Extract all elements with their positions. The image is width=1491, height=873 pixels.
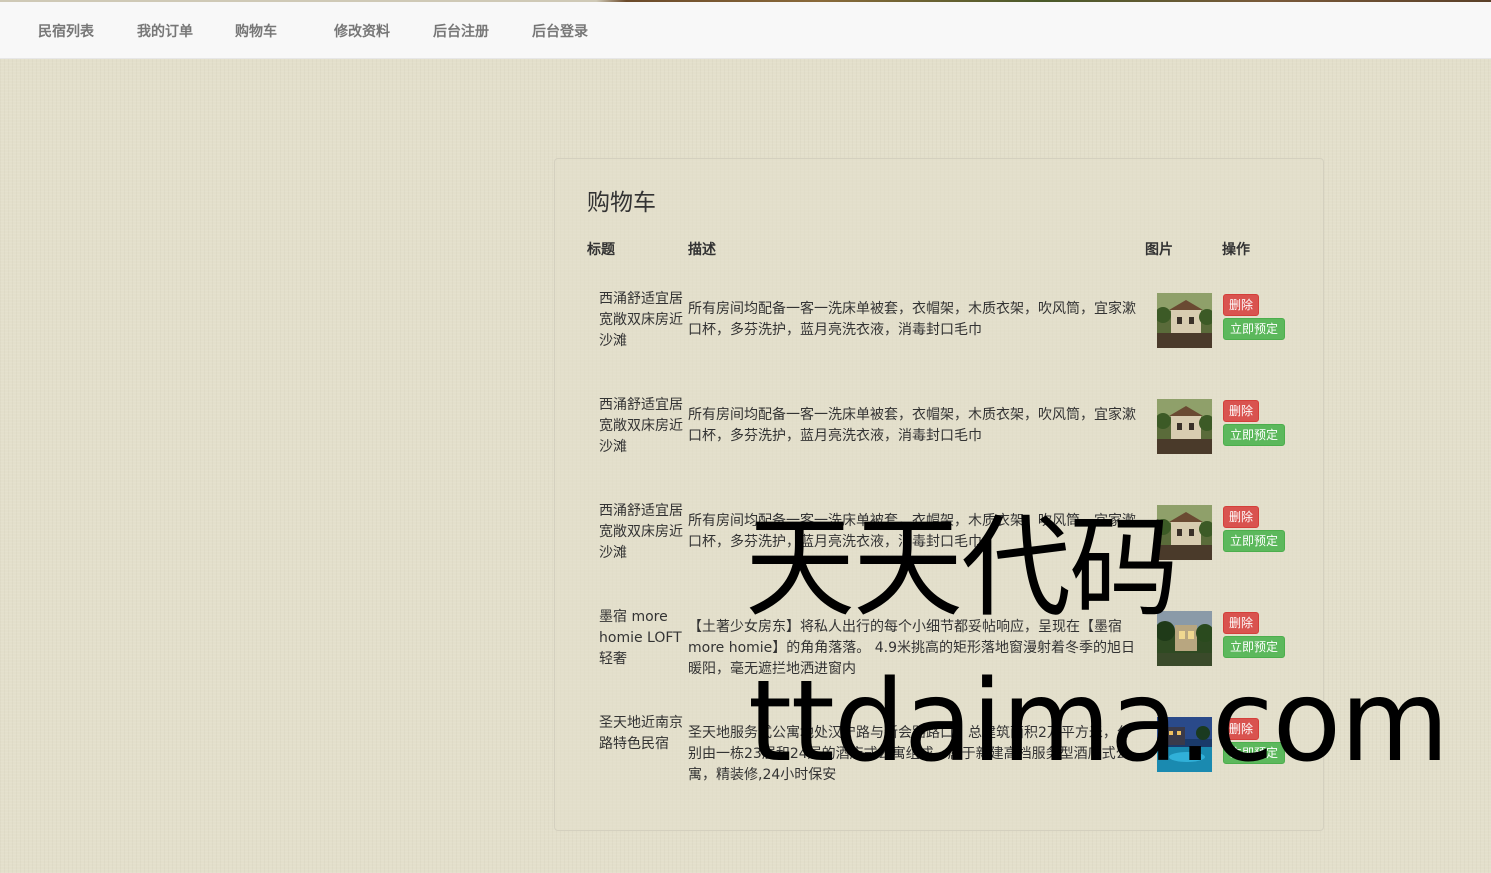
nav-edit-profile[interactable]: 修改资料 xyxy=(334,21,390,41)
page-title: 购物车 xyxy=(587,190,656,216)
delete-button[interactable]: 删除 xyxy=(1223,400,1260,422)
nav-admin-register[interactable]: 后台注册 xyxy=(433,21,489,41)
delete-button[interactable]: 删除 xyxy=(1223,506,1260,528)
row-description: 圣天地服务式公寓地处汉宁路与新会路路口。总建筑面积2万平方米，分别由一栋23层和… xyxy=(688,725,1131,783)
delete-button[interactable]: 删除 xyxy=(1223,612,1260,634)
table-row: 西涌舒适宜居宽敞双床房近沙滩 所有房间均配备一客一洗床单被套，衣帽架，木质衣架，… xyxy=(555,289,1323,395)
delete-button[interactable]: 删除 xyxy=(1223,294,1260,316)
column-header-image: 图片 xyxy=(1145,242,1173,258)
book-now-button[interactable]: 立即预定 xyxy=(1223,318,1286,340)
nav-cart[interactable]: 购物车 xyxy=(235,21,277,41)
cart-panel: 购物车 标题 描述 图片 操作 西涌舒适宜居宽敞双床房近沙滩 所有房间均配备一客… xyxy=(554,158,1324,831)
house-photo-icon xyxy=(1157,505,1212,560)
column-header-desc: 描述 xyxy=(688,242,716,258)
row-title: 西涌舒适宜居宽敞双床房近沙滩 xyxy=(599,291,683,349)
nav-admin-login[interactable]: 后台登录 xyxy=(532,21,588,41)
table-row: 圣天地近南京路特色民宿 圣天地服务式公寓地处汉宁路与新会路路口。总建筑面积2万平… xyxy=(555,713,1323,819)
garden-photo-icon xyxy=(1157,611,1212,666)
row-title: 圣天地近南京路特色民宿 xyxy=(599,715,683,752)
row-description: 所有房间均配备一客一洗床单被套，衣帽架，木质衣架，吹风筒，宜家漱口杯，多芬洗护，… xyxy=(688,407,1136,444)
table-row: 西涌舒适宜居宽敞双床房近沙滩 所有房间均配备一客一洗床单被套，衣帽架，木质衣架，… xyxy=(555,501,1323,607)
table-row: 西涌舒适宜居宽敞双床房近沙滩 所有房间均配备一客一洗床单被套，衣帽架，木质衣架，… xyxy=(555,395,1323,501)
row-title: 西涌舒适宜居宽敞双床房近沙滩 xyxy=(599,397,683,455)
column-header-title: 标题 xyxy=(587,242,615,258)
house-photo-icon xyxy=(1157,399,1212,454)
row-description: 【土著少女房东】将私人出行的每个小细节都妥帖响应，呈现在【墨宿 more hom… xyxy=(688,619,1136,677)
top-navbar: 民宿列表 我的订单 购物车 修改资料 后台注册 后台登录 xyxy=(0,2,1491,59)
pool-night-photo-icon xyxy=(1157,717,1212,772)
table-row: 墨宿 more homie LOFT 轻奢 【土著少女房东】将私人出行的每个小细… xyxy=(555,607,1323,713)
book-now-button[interactable]: 立即预定 xyxy=(1223,636,1286,658)
row-description: 所有房间均配备一客一洗床单被套，衣帽架，木质衣架，吹风筒，宜家漱口杯，多芬洗护，… xyxy=(688,301,1136,338)
delete-button[interactable]: 删除 xyxy=(1223,718,1260,740)
nav-homestay-list[interactable]: 民宿列表 xyxy=(38,21,94,41)
book-now-button[interactable]: 立即预定 xyxy=(1223,424,1286,446)
house-photo-icon xyxy=(1157,293,1212,348)
book-now-button[interactable]: 立即预定 xyxy=(1223,742,1286,764)
column-header-action: 操作 xyxy=(1222,242,1250,258)
row-title: 墨宿 more homie LOFT 轻奢 xyxy=(599,609,682,667)
row-title: 西涌舒适宜居宽敞双床房近沙滩 xyxy=(599,503,683,561)
book-now-button[interactable]: 立即预定 xyxy=(1223,530,1286,552)
row-description: 所有房间均配备一客一洗床单被套，衣帽架，木质衣架，吹风筒，宜家漱口杯，多芬洗护，… xyxy=(688,513,1136,550)
nav-my-orders[interactable]: 我的订单 xyxy=(137,21,193,41)
